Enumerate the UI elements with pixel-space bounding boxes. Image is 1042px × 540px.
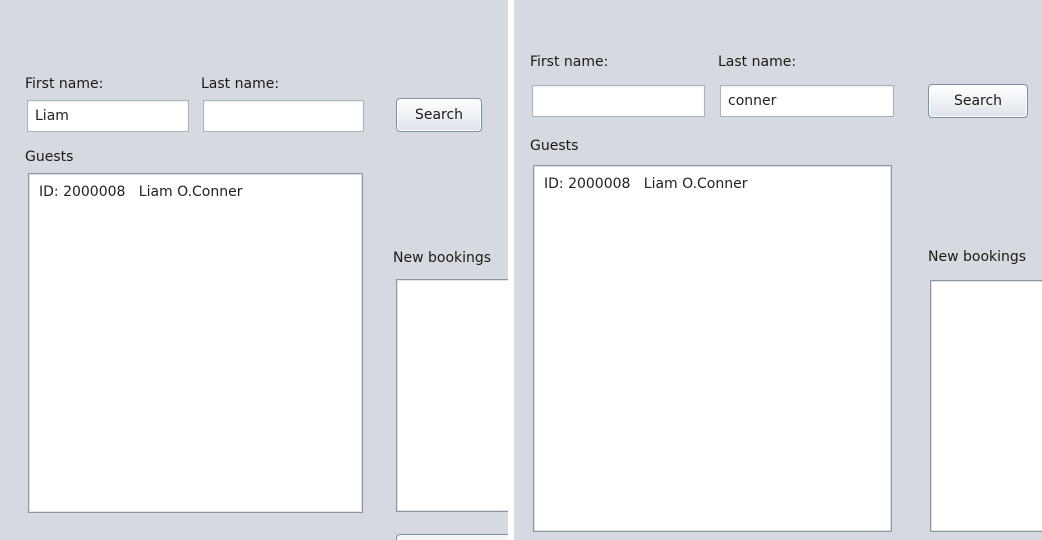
first-name-label: First name: — [530, 54, 609, 70]
last-name-input[interactable] — [720, 85, 894, 117]
first-name-input[interactable] — [532, 85, 705, 117]
guest-search-panel-right: First name: Last name: Search Guests ID:… — [514, 0, 1042, 540]
new-bookings-list[interactable] — [930, 280, 1042, 532]
search-button[interactable]: Search — [928, 84, 1028, 118]
guests-list[interactable]: ID: 2000008 Liam O.Conner — [28, 173, 363, 513]
guests-label: Guests — [530, 138, 579, 154]
guests-list[interactable]: ID: 2000008 Liam O.Conner — [533, 165, 892, 532]
last-name-input[interactable] — [203, 100, 364, 132]
new-bookings-label: New bookings — [393, 250, 492, 266]
list-item[interactable]: ID: 2000008 Liam O.Conner — [29, 174, 362, 201]
list-item[interactable]: ID: 2000008 Liam O.Conner — [534, 166, 891, 193]
new-bookings-list[interactable] — [396, 279, 508, 512]
guests-label: Guests — [25, 149, 74, 165]
search-button[interactable]: Search — [396, 98, 482, 132]
last-name-label: Last name: — [201, 76, 280, 92]
last-name-label: Last name: — [718, 54, 797, 70]
guest-search-panel-left: First name: Last name: Search Guests ID:… — [0, 0, 508, 540]
partial-button[interactable] — [396, 534, 508, 540]
new-bookings-label: New bookings — [928, 249, 1027, 265]
first-name-input[interactable] — [27, 100, 189, 132]
first-name-label: First name: — [25, 76, 104, 92]
